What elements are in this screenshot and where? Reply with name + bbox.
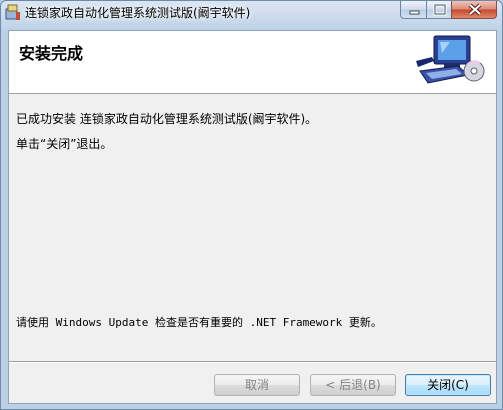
- close-button[interactable]: 关闭(C): [405, 374, 491, 396]
- close-window-button[interactable]: [451, 1, 497, 19]
- window-title: 连锁家政自动化管理系统测试版(阚宇软件): [25, 6, 251, 20]
- minimize-button[interactable]: [400, 1, 427, 19]
- windows-update-text: 请使用 Windows Update 检查是否有重要的 .NET Framewo…: [16, 316, 382, 329]
- exit-instruction-text: 单击“关闭”退出。: [16, 137, 113, 151]
- minimize-icon: [409, 10, 420, 15]
- computer-cd-icon: [414, 31, 486, 91]
- title-bar[interactable]: 连锁家政自动化管理系统测试版(阚宇软件): [1, 1, 502, 25]
- back-button[interactable]: < 后退(B): [310, 374, 396, 396]
- installer-window: 连锁家政自动化管理系统测试版(阚宇软件) 安装完成 已成功安装 连锁家政自动化管…: [0, 0, 503, 410]
- header-banner: 安装完成: [9, 31, 496, 94]
- maximize-button[interactable]: [426, 1, 452, 19]
- maximize-icon: [433, 3, 447, 16]
- dialog-client-area: 安装完成 已成功安装 连锁家政自动化管理系统测试版(阚宇软件)。 单击“关闭”退…: [8, 30, 497, 404]
- install-success-text: 已成功安装 连锁家政自动化管理系统测试版(阚宇软件)。: [16, 112, 318, 126]
- installer-icon: [5, 3, 21, 21]
- footer-divider: [9, 361, 496, 363]
- cancel-button[interactable]: 取消: [214, 374, 300, 396]
- close-icon: [468, 3, 482, 16]
- page-title: 安装完成: [19, 44, 84, 63]
